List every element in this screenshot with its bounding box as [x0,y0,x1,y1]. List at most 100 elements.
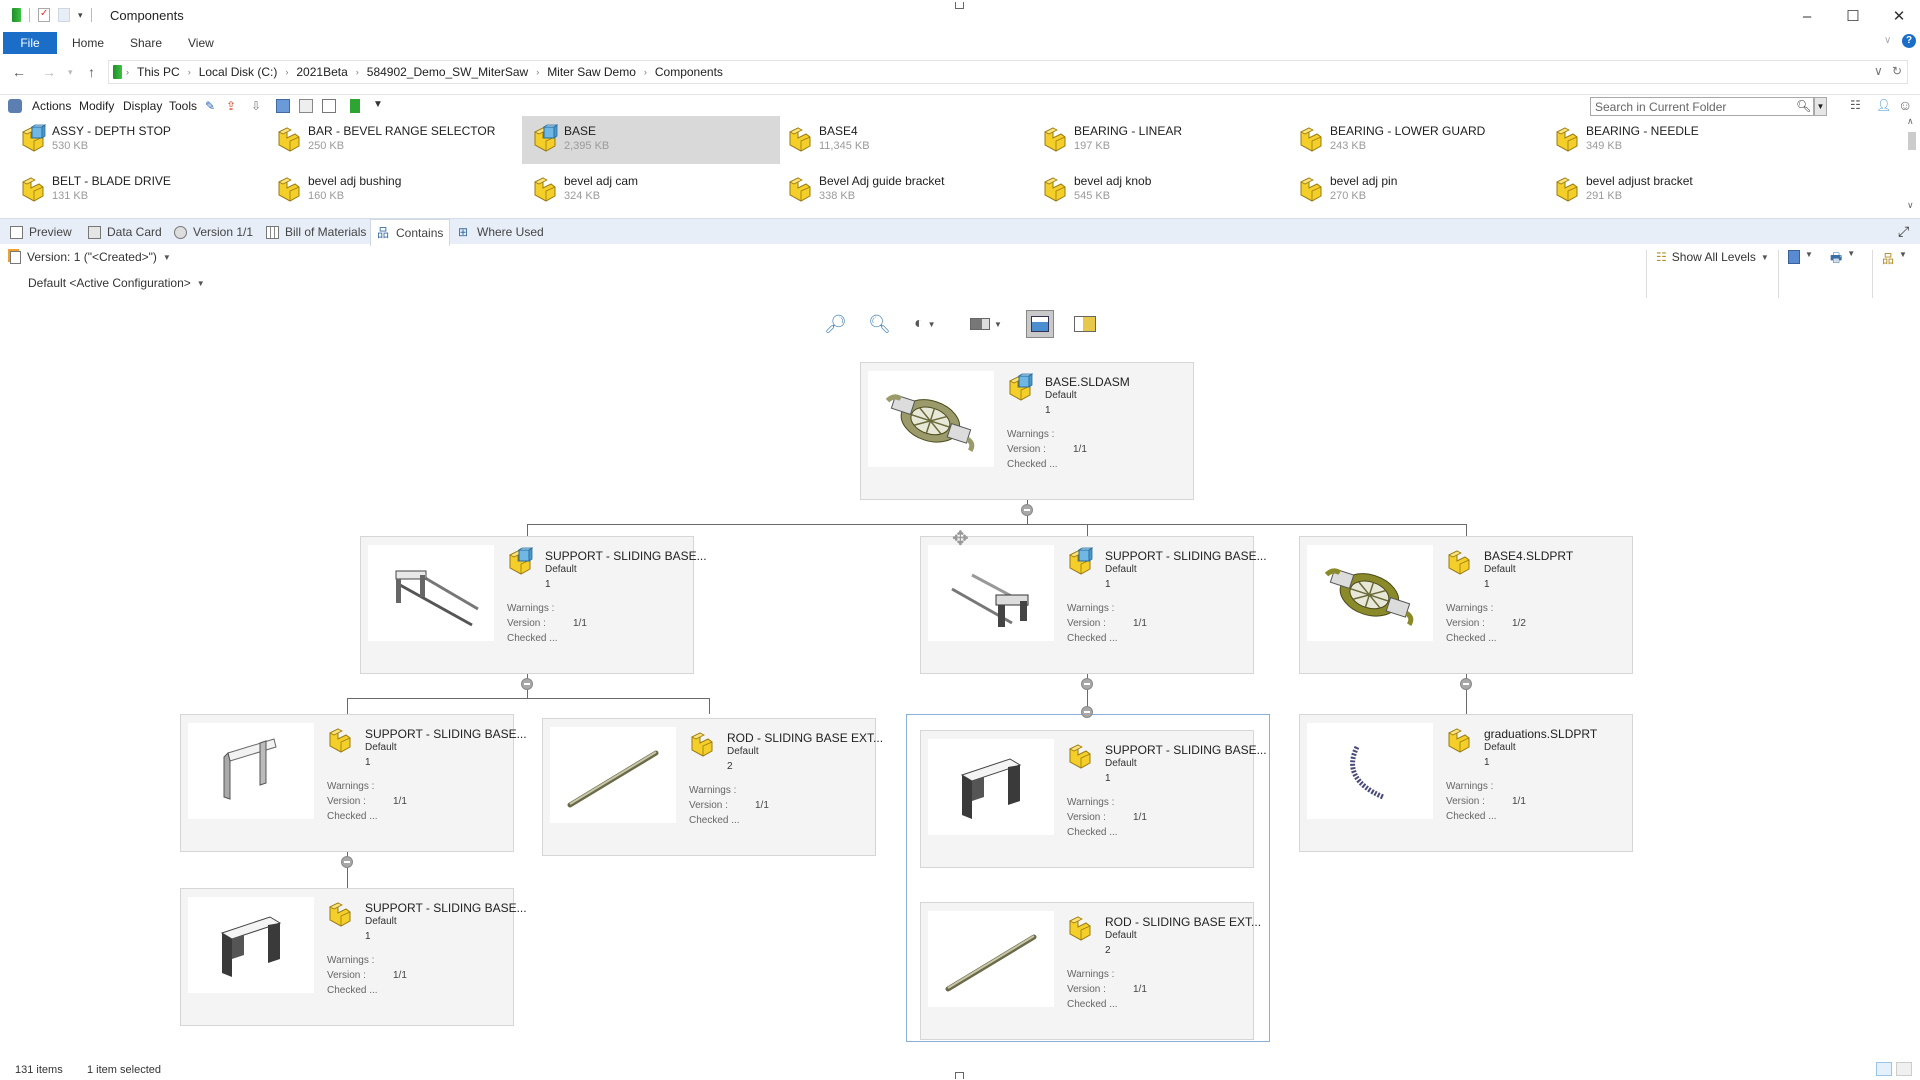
tree-node[interactable]: ROD - SLIDING BASE EXT... Default 2 Warn… [920,898,1265,1040]
ribbon-tab-file[interactable]: File [3,32,57,54]
layout-dropdown[interactable]: ▼ [970,310,1002,338]
copy-tree-icon[interactable] [322,99,336,113]
file-item[interactable]: BEARING - LOWER GUARD 243 KB [1288,116,1546,164]
collapse-node-button[interactable] [521,678,533,690]
tab-contains[interactable]: 品 Contains [370,219,451,246]
address-bar[interactable]: › This PC › Local Disk (C:) › 2021Beta ›… [108,60,1908,84]
show-all-levels-dropdown[interactable]: ☷ Show All Levels ▼ [1656,250,1769,264]
resize-handle-icon[interactable] [955,1072,964,1079]
check-out-icon[interactable]: ⇪ [226,99,240,113]
collapse-node-button[interactable] [1081,706,1093,718]
file-item[interactable]: BASE 2,395 KB [522,116,780,164]
up-arrow-icon[interactable]: ↑ [88,64,95,80]
large-icons-view-toggle[interactable] [1896,1062,1912,1076]
file-list-scrollbar[interactable]: ∧ ∨ [1904,116,1920,214]
column-set-dropdown[interactable]: 品 ▼ [1882,250,1907,267]
toolbar-overflow-icon[interactable]: ▼ [373,99,387,113]
breadcrumb-this-pc[interactable]: This PC [133,65,184,79]
file-item[interactable]: ASSY - DEPTH STOP 530 KB [10,116,268,164]
version-selector[interactable]: Version: 1 ("<Created>") ▼ [10,250,171,264]
configuration-selector[interactable]: Default <Active Configuration> ▼ [28,276,205,290]
ribbon-tab-view[interactable]: View [174,32,228,54]
tree-node[interactable]: SUPPORT - SLIDING BASE... Default 1 Warn… [920,726,1267,868]
file-item[interactable]: Bevel Adj guide bracket 338 KB [777,166,1035,214]
new-folder-icon[interactable] [58,8,70,22]
get-latest-icon[interactable] [276,99,290,113]
details-view-toggle[interactable] [1876,1062,1892,1076]
refresh-icon[interactable]: ↻ [1892,64,1902,78]
file-item[interactable]: BEARING - NEEDLE 349 KB [1544,116,1802,164]
search-input[interactable]: Search in Current Folder [1590,97,1814,116]
user-icon[interactable]: 👤︎ [1876,98,1891,112]
tab-version[interactable]: Version 1/1 [168,219,259,245]
zoom-to-fit-button[interactable]: 🔎︎ [824,310,847,338]
tab-where-used[interactable]: ⊞ Where Used [452,219,550,245]
tree-node[interactable]: graduations.SLDPRT Default 1 Warnings : … [1299,714,1633,852]
tree-root-node[interactable]: BASE.SLDASM Default 1 Warnings : Version… [860,362,1194,500]
help-icon[interactable]: ? [1902,34,1916,48]
breadcrumb-miter-saw-demo[interactable]: Miter Saw Demo [543,65,640,79]
customize-quick-access-icon[interactable]: ▾ [78,10,83,21]
scroll-down-icon[interactable]: ∨ [1907,200,1914,211]
breadcrumb-2021beta[interactable]: 2021Beta [292,65,351,79]
collapse-node-button[interactable] [341,856,353,868]
tree-node[interactable]: SUPPORT - SLIDING BASE... Default 1 Warn… [920,536,1267,674]
tab-data-card[interactable]: Data Card [82,219,168,245]
get-version-icon[interactable] [299,99,313,113]
pan-zoom-button[interactable]: 🔍︎ [868,310,891,338]
pin-icon[interactable]: ✎ [205,99,219,113]
properties-icon[interactable] [38,8,50,22]
menu-display[interactable]: Display [123,99,162,113]
back-arrow-icon[interactable]: ← [12,64,26,80]
resize-handle-icon[interactable] [955,2,964,9]
collapse-node-button[interactable] [1021,504,1033,516]
file-item[interactable]: bevel adj cam 324 KB [522,166,780,214]
ribbon-tab-home[interactable]: Home [58,32,118,54]
tree-view-button[interactable] [1026,310,1054,338]
file-item[interactable]: bevel adj knob 545 KB [1032,166,1290,214]
recent-locations-icon[interactable]: ▾ [68,67,73,78]
address-dropdown-icon[interactable]: ∨ [1874,64,1883,78]
file-item[interactable]: bevel adjust bracket 291 KB [1544,166,1802,214]
collapse-node-button[interactable] [1460,678,1472,690]
tree-node[interactable]: SUPPORT - SLIDING BASE... Default 1 Warn… [180,714,527,852]
pdm-vault-button-icon[interactable] [350,99,360,113]
forward-arrow-icon[interactable]: → [42,64,56,80]
file-item[interactable]: BEARING - LINEAR 197 KB [1032,116,1290,164]
search-icon[interactable]: 🔍︎ [1796,99,1811,113]
file-item[interactable]: bevel adj bushing 160 KB [266,166,524,214]
feedback-smiley-icon[interactable]: ☺ [1898,97,1912,113]
close-button[interactable]: ✕ [1876,0,1920,32]
search-options-dropdown[interactable]: ▼ [1814,97,1827,116]
visibility-dropdown[interactable]: ◐ ▼ [914,310,936,338]
horizontal-layout-button[interactable] [1074,310,1096,338]
print-dropdown[interactable]: 🖶︎ ▼ [1830,249,1855,271]
menu-actions[interactable]: Actions [32,99,71,113]
menu-modify[interactable]: Modify [79,99,114,113]
collapse-node-button[interactable] [1081,678,1093,690]
tree-node[interactable]: BASE4.SLDPRT Default 1 Warnings : Versio… [1299,536,1633,674]
maximize-button[interactable]: ☐ [1830,0,1876,32]
breadcrumb-local-disk[interactable]: Local Disk (C:) [195,65,282,79]
scroll-up-icon[interactable]: ∧ [1907,116,1914,127]
scroll-thumb[interactable] [1908,132,1916,150]
tab-preview[interactable]: Preview [4,219,78,245]
breadcrumb-components[interactable]: Components [651,65,727,79]
check-in-icon[interactable]: ⇩ [251,99,265,113]
ribbon-tab-share[interactable]: Share [116,32,176,54]
file-item[interactable]: BAR - BEVEL RANGE SELECTOR 250 KB [266,116,524,164]
tree-node[interactable]: SUPPORT - SLIDING BASE... Default 1 Warn… [180,888,527,1026]
file-item[interactable]: BELT - BLADE DRIVE 131 KB [10,166,268,214]
export-dropdown[interactable]: ▼ [1788,250,1813,264]
advanced-search-icon[interactable]: ☷ [1850,98,1861,112]
minimize-button[interactable]: – [1784,0,1830,32]
expand-ribbon-icon[interactable]: ∨ [1884,35,1891,46]
file-item[interactable]: bevel adj pin 270 KB [1288,166,1546,214]
tree-node[interactable]: ROD - SLIDING BASE EXT... Default 2 Warn… [542,714,887,856]
breadcrumb-demo-folder[interactable]: 584902_Demo_SW_MiterSaw [363,65,532,79]
tab-bill-of-materials[interactable]: Bill of Materials [260,219,372,245]
file-item[interactable]: BASE4 11,345 KB [777,116,1035,164]
menu-tools[interactable]: Tools [169,99,197,113]
expand-panel-icon[interactable]: ⤢ [1898,223,1909,240]
tree-node[interactable]: SUPPORT - SLIDING BASE... Default 1 Warn… [360,536,707,674]
